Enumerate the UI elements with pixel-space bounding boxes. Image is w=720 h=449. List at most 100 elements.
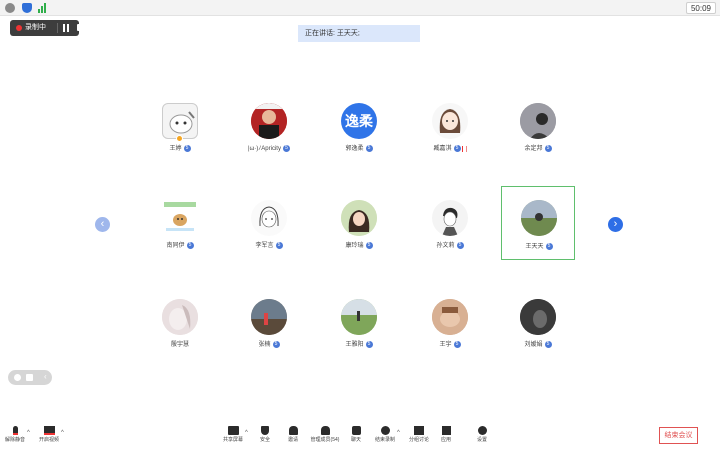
participant-badge: 5	[365, 145, 373, 152]
participant-name: 王天天	[525, 244, 544, 251]
avatar	[251, 103, 287, 139]
participant-name: 余定邦	[524, 146, 543, 153]
mute-label: 解除静音	[4, 437, 25, 443]
meeting-timer: 50:09	[685, 2, 716, 14]
manage-label: 管理成员(54)	[310, 437, 340, 443]
participant-badge: 5	[544, 145, 552, 152]
apps-button[interactable]: 应用	[438, 426, 454, 444]
shield-icon[interactable]	[22, 3, 32, 13]
participant-tile[interactable]: |ω·)ﾉApricity 5	[232, 92, 306, 166]
participant-name: 李军言	[255, 243, 274, 250]
participant-tile[interactable]: 张楠 5	[232, 288, 306, 362]
participant-badge: 5	[275, 242, 283, 249]
video-button[interactable]: 开启视频	[37, 426, 61, 444]
breakout-icon	[414, 426, 424, 435]
participant-name: 郭逸柔	[345, 146, 364, 153]
camera-off-icon	[43, 426, 55, 435]
pause-icon[interactable]	[63, 24, 69, 32]
breakout-rooms-button[interactable]: 分组讨论	[408, 426, 430, 444]
participant-tile[interactable]: 南同伊 5	[143, 189, 217, 263]
share-label: 共享屏幕	[222, 437, 243, 443]
gear-icon	[477, 426, 487, 435]
recording-label: 录制中	[25, 24, 46, 31]
participant-name: 王婷	[169, 146, 182, 153]
apps-label: 应用	[440, 437, 451, 443]
apps-icon	[441, 426, 451, 435]
record-options-chevron-up-icon[interactable]: ^	[397, 430, 400, 436]
prev-page-button[interactable]: ‹	[95, 217, 110, 232]
participant-badge: 5	[544, 341, 552, 348]
participant-badge: 5	[365, 242, 373, 249]
chat-bubble-icon[interactable]	[26, 374, 33, 381]
mic-muted-icon	[12, 426, 18, 435]
participants-icon	[320, 426, 330, 435]
participant-badge: 5	[272, 341, 280, 348]
participant-name: 臧嘉淇	[433, 146, 452, 153]
chat-button[interactable]: 聊天	[348, 426, 364, 444]
participant-tile[interactable]: 殷宇慧	[143, 288, 217, 362]
participant-badge: 5	[186, 242, 194, 249]
next-page-button[interactable]: ›	[608, 217, 623, 232]
reactions-pill[interactable]: ‹	[8, 370, 52, 385]
participant-tile[interactable]: 臧嘉淇 5	[413, 92, 487, 166]
security-button[interactable]: 安全	[257, 426, 273, 444]
avatar	[521, 200, 557, 236]
participant-tile[interactable]: 王雅阳 5	[322, 288, 396, 362]
participant-tile[interactable]: 刘嫒娟 5	[501, 288, 575, 362]
avatar	[162, 103, 198, 139]
stop-recording-button[interactable]: 结束录制	[374, 426, 396, 444]
participant-tile[interactable]: 余定邦 5	[501, 92, 575, 166]
manage-participants-button[interactable]: 管理成员(54)	[308, 426, 342, 444]
share-screen-button[interactable]: 共享屏幕	[222, 426, 244, 444]
settings-label: 设置	[476, 437, 487, 443]
video-label: 开启视频	[38, 437, 59, 443]
mute-options-chevron-up-icon[interactable]: ^	[27, 430, 30, 436]
avatar	[520, 103, 556, 139]
settings-button[interactable]: 设置	[474, 426, 490, 444]
end-meeting-button[interactable]: 结束会议	[659, 427, 698, 444]
chevron-left-icon[interactable]: ‹	[44, 372, 47, 381]
avatar	[432, 200, 468, 236]
participant-tile[interactable]: 王宇 5	[413, 288, 487, 362]
stop-icon[interactable]	[77, 24, 84, 31]
share-options-chevron-up-icon[interactable]: ^	[245, 430, 248, 436]
avatar	[162, 200, 198, 236]
participant-badge: 5	[453, 145, 461, 152]
participant-badge: 5	[365, 341, 373, 348]
avatar	[251, 299, 287, 335]
participant-name: 张楠	[258, 342, 271, 349]
avatar	[251, 200, 287, 236]
shield-icon	[261, 426, 269, 435]
recording-bar: 录制中	[10, 20, 84, 36]
participant-tile[interactable]: 孙文莉 5	[413, 189, 487, 263]
chat-icon	[351, 426, 361, 435]
participant-badge: 5	[453, 341, 461, 348]
info-icon[interactable]	[5, 3, 15, 13]
participant-tile[interactable]: 康玲瑞 5	[322, 189, 396, 263]
video-options-chevron-up-icon[interactable]: ^	[61, 430, 64, 436]
participant-badge: 5	[456, 242, 464, 249]
signal-icon[interactable]	[38, 3, 48, 13]
invite-button[interactable]: 邀请	[285, 426, 301, 444]
participant-tile-active-speaker[interactable]: 王天天 5	[501, 186, 575, 260]
avatar	[341, 299, 377, 335]
participant-badge: 5	[183, 145, 191, 152]
add-person-icon	[288, 426, 298, 435]
status-badge-icon	[176, 135, 183, 142]
participant-tile[interactable]: 李军言 5	[232, 189, 306, 263]
speaking-indicator: 正在讲话: 王天天;	[298, 25, 420, 42]
avatar	[432, 103, 468, 139]
record-icon	[380, 426, 390, 435]
bottom-toolbar: 解除静音 ^ 开启视频 ^ 共享屏幕 ^ 安全 邀请 管理成员(54) 聊天 结…	[0, 423, 720, 449]
recording-divider	[57, 23, 58, 33]
invite-label: 邀请	[287, 437, 298, 443]
security-label: 安全	[259, 437, 270, 443]
avatar	[520, 299, 556, 335]
participant-name: 康玲瑞	[345, 243, 364, 250]
mute-button[interactable]: 解除静音	[4, 426, 26, 444]
participant-tile[interactable]: 逸柔 郭逸柔 5	[322, 92, 396, 166]
record-dot-icon	[16, 25, 22, 31]
emoji-icon[interactable]	[14, 374, 21, 381]
participant-tile[interactable]: 王婷 5	[143, 92, 217, 166]
participant-name: 孙文莉	[436, 243, 455, 250]
